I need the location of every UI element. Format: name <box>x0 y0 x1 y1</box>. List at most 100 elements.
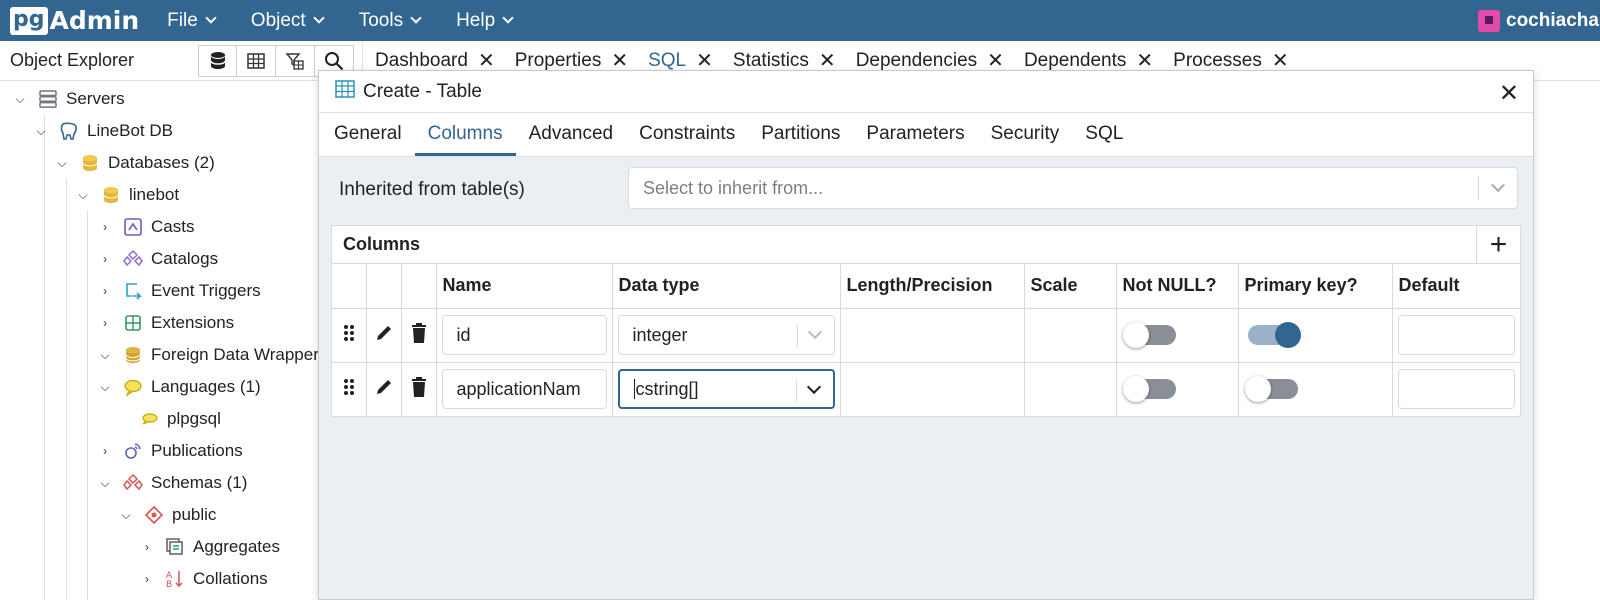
header-not-null[interactable]: Not NULL? <box>1116 264 1239 309</box>
primary-key-toggle[interactable] <box>1244 376 1298 403</box>
user-avatar-icon <box>1478 9 1500 32</box>
header-name[interactable]: Name <box>436 264 613 309</box>
tree-node-server[interactable]: ⌵ LineBot DB <box>33 115 173 147</box>
chevron-right-icon[interactable]: › <box>139 572 155 586</box>
add-row-button[interactable]: + <box>1476 226 1520 264</box>
default-cell <box>1392 362 1520 416</box>
length-cell[interactable] <box>840 362 1025 416</box>
dialog-tab-sql[interactable]: SQL <box>1072 123 1136 156</box>
database-icon <box>209 52 226 69</box>
close-icon[interactable]: ✕ <box>1499 79 1519 108</box>
edit-pencil-icon[interactable] <box>374 325 394 347</box>
chevron-down-icon[interactable]: ⌵ <box>118 508 134 523</box>
header-default[interactable]: Default <box>1392 264 1520 309</box>
header-scale[interactable]: Scale <box>1024 264 1117 309</box>
tree-node-label: Languages (1) <box>151 377 261 396</box>
tree-node-databases[interactable]: ⌵ Databases (2) <box>54 147 214 179</box>
default-input[interactable] <box>1397 315 1515 355</box>
tree-node-schemas[interactable]: ⌵ Schemas (1) <box>97 467 247 499</box>
chevron-right-icon[interactable]: › <box>97 444 113 458</box>
trash-icon[interactable] <box>411 322 427 347</box>
tab-label: SQL <box>648 49 687 71</box>
trash-icon[interactable] <box>411 376 427 401</box>
dialog-tab-general[interactable]: General <box>321 123 415 156</box>
tree-node-aggregates[interactable]: › Aggregates <box>139 531 280 563</box>
tree-node-languages[interactable]: ⌵ Languages (1) <box>97 371 261 403</box>
chevron-right-icon[interactable]: › <box>97 252 113 266</box>
columns-table: Name Data type Length/Precision Scale No… <box>332 264 1520 416</box>
name-cell: id <box>436 308 613 363</box>
dialog-title: Create - Table <box>363 80 482 102</box>
tree-node-casts[interactable]: › Casts <box>97 211 194 243</box>
schemas-icon <box>123 473 143 493</box>
chevron-down-icon[interactable]: ⌵ <box>97 348 113 363</box>
chevron-down-icon[interactable]: ⌵ <box>75 188 91 203</box>
table-icon <box>335 79 355 104</box>
tree-node-plpgsql[interactable]: plpgsql <box>139 403 221 435</box>
chevron-down-icon[interactable]: ⌵ <box>97 380 113 395</box>
chevron-down-icon[interactable]: ⌵ <box>33 124 49 139</box>
chevron-right-icon[interactable]: › <box>97 220 113 234</box>
dialog-tab-columns[interactable]: Columns <box>414 123 516 156</box>
object-explorer-header: Object Explorer <box>0 41 362 81</box>
tree-node-catalogs[interactable]: › Catalogs <box>97 243 218 275</box>
menu-tools[interactable]: Tools <box>358 9 422 32</box>
languages-icon <box>123 377 143 397</box>
tree-node-extensions[interactable]: › Extensions <box>97 307 234 339</box>
drag-handle-icon[interactable] <box>342 324 356 347</box>
not-null-toggle[interactable] <box>1122 376 1176 403</box>
svg-text:B: B <box>166 580 172 589</box>
tree-node-label: linebot <box>129 185 180 204</box>
menu-file[interactable]: File <box>167 10 217 32</box>
inherit-placeholder: Select to inherit from... <box>643 177 824 198</box>
data-type-select[interactable]: cstring[] <box>617 369 835 410</box>
filtered-rows-button[interactable] <box>276 45 315 77</box>
tree-node-servers[interactable]: ⌵ Servers <box>12 83 124 115</box>
user-menu[interactable]: cochiachan <box>1478 0 1600 41</box>
header-data-type[interactable]: Data type <box>612 264 841 309</box>
scale-cell[interactable] <box>1024 308 1117 363</box>
chevron-down-icon[interactable]: ⌵ <box>12 92 28 107</box>
default-input[interactable] <box>1397 369 1515 410</box>
data-type-select[interactable]: integer <box>617 315 835 355</box>
default-cell <box>1392 308 1520 363</box>
tree-node-event-triggers[interactable]: › Event Triggers <box>97 275 261 307</box>
chevron-right-icon[interactable]: › <box>97 316 113 330</box>
chevron-down-icon[interactable]: ⌵ <box>97 476 113 491</box>
tree-node-linebot[interactable]: ⌵ linebot <box>75 179 179 211</box>
tree-node-publications[interactable]: › Publications <box>97 435 243 467</box>
dialog-tab-security[interactable]: Security <box>978 123 1073 156</box>
chevron-right-icon[interactable]: › <box>97 284 113 298</box>
header-length-precision[interactable]: Length/Precision <box>840 264 1025 309</box>
column-name-input[interactable]: id <box>441 315 607 355</box>
logo-admin: Admin <box>49 6 140 35</box>
tree-node-label: Casts <box>151 217 195 236</box>
chevron-down-icon[interactable]: ⌵ <box>54 156 70 171</box>
tree-node-foreign-data-wrappers[interactable]: ⌵ Foreign Data Wrappers <box>97 339 318 371</box>
primary-key-toggle[interactable] <box>1247 322 1301 348</box>
dialog-tab-partitions[interactable]: Partitions <box>748 123 853 156</box>
tree-node-collations[interactable]: › AB Collations <box>139 563 268 595</box>
tree-node-public[interactable]: ⌵ public <box>118 499 216 531</box>
query-tool-button[interactable] <box>198 45 237 77</box>
menu-tools-label: Tools <box>358 9 404 31</box>
view-data-button[interactable] <box>237 45 276 77</box>
dialog-tab-advanced[interactable]: Advanced <box>516 123 627 156</box>
edit-pencil-icon[interactable] <box>374 379 394 401</box>
not-null-toggle[interactable] <box>1122 322 1176 348</box>
scale-cell[interactable] <box>1024 362 1117 416</box>
inherit-select[interactable]: Select to inherit from... <box>628 167 1518 209</box>
dialog-tab-parameters[interactable]: Parameters <box>853 123 977 156</box>
menu-object[interactable]: Object <box>251 10 325 32</box>
tree-node-label: Event Triggers <box>151 281 261 300</box>
tree-node-label: Schemas (1) <box>151 473 248 492</box>
chevron-right-icon[interactable]: › <box>139 540 155 554</box>
drag-handle-icon[interactable] <box>342 378 356 401</box>
header-primary-key[interactable]: Primary key? <box>1238 264 1393 309</box>
dialog-tab-constraints[interactable]: Constraints <box>626 123 748 156</box>
casts-icon <box>123 217 143 237</box>
length-cell[interactable] <box>840 308 1025 363</box>
dialog-title-bar[interactable]: Create - Table ✕ <box>319 71 1533 113</box>
column-name-input[interactable]: applicationNam <box>441 369 607 410</box>
menu-help[interactable]: Help <box>456 10 514 32</box>
